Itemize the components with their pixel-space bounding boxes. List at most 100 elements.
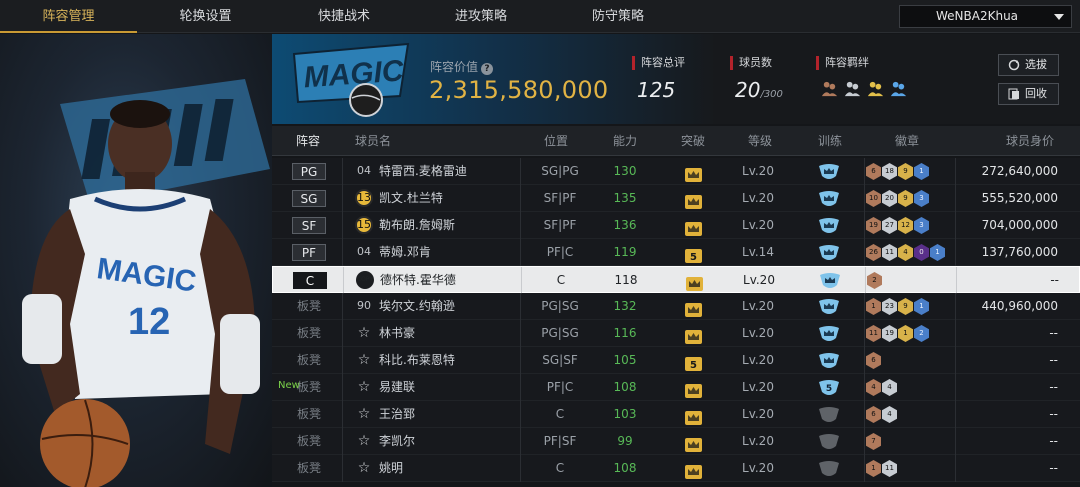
badge-blue-icon[interactable]: 3	[914, 217, 929, 234]
badge-silver-icon[interactable]: 19	[882, 325, 897, 342]
col-position[interactable]: 位置	[544, 126, 568, 156]
badge-silver-icon[interactable]: 11	[882, 460, 897, 477]
recycle-button[interactable]: 回收	[998, 83, 1059, 105]
breakthrough-crown-icon[interactable]	[685, 327, 702, 344]
badge-bronze-icon[interactable]: 7	[866, 433, 881, 450]
player-name[interactable]: 王治郅	[379, 401, 519, 428]
chemistry-blue-icon[interactable]	[889, 79, 908, 98]
training-shield-icon[interactable]	[819, 272, 841, 290]
badge-bronze-icon[interactable]: 26	[866, 244, 881, 261]
breakthrough-crown-icon[interactable]	[685, 435, 702, 452]
select-players-button[interactable]: 选拔	[998, 54, 1059, 76]
training-shield-icon[interactable]: 5	[818, 379, 840, 397]
breakthrough-5-icon[interactable]: 5	[685, 354, 702, 371]
col-player-value[interactable]: 球员身价	[1006, 126, 1054, 156]
badge-silver-icon[interactable]: 4	[882, 406, 897, 423]
badge-bronze-icon[interactable]: 19	[866, 217, 881, 234]
table-row[interactable]: SF 15 勒布朗.詹姆斯 SF|PF 136 Lv.20 19 27 12 3 704,000,0…	[272, 212, 1080, 239]
breakthrough-crown-icon[interactable]	[685, 165, 702, 182]
player-name[interactable]: 凯文.杜兰特	[379, 185, 519, 212]
tab-defense[interactable]: 防守策略	[548, 0, 688, 33]
badge-gold-icon[interactable]: 9	[898, 163, 913, 180]
user-select[interactable]: WeNBA2Khua	[899, 5, 1072, 28]
badge-bronze-icon[interactable]: 11	[866, 325, 881, 342]
breakthrough-crown-icon[interactable]	[686, 274, 703, 291]
player-name[interactable]: 蒂姆.邓肯	[379, 239, 519, 266]
training-shield-icon[interactable]	[818, 163, 840, 181]
col-player-name[interactable]: 球员名	[355, 126, 391, 156]
player-name[interactable]: 特雷西.麦格雷迪	[379, 158, 519, 185]
tab-lineup[interactable]: 阵容管理	[0, 0, 137, 33]
col-badges[interactable]: 徽章	[895, 126, 919, 156]
breakthrough-crown-icon[interactable]	[685, 300, 702, 317]
badge-silver-icon[interactable]: 18	[882, 163, 897, 180]
player-name[interactable]: 李凯尔	[379, 428, 519, 455]
training-locked-icon[interactable]	[818, 406, 840, 424]
badge-bronze-icon[interactable]: 4	[866, 379, 881, 396]
table-row[interactable]: 板凳 90 埃尔文.约翰逊 PG|SG 132 Lv.20 1 23 9 1 440,960,000	[272, 293, 1080, 320]
badge-bronze-icon[interactable]: 1	[866, 460, 881, 477]
player-name[interactable]: 林书豪	[379, 320, 519, 347]
badge-silver-icon[interactable]: 27	[882, 217, 897, 234]
breakthrough-crown-icon[interactable]	[685, 192, 702, 209]
breakthrough-crown-icon[interactable]	[685, 219, 702, 236]
badge-blue-icon[interactable]: 3	[914, 190, 929, 207]
player-name[interactable]: 科比.布莱恩特	[379, 347, 519, 374]
chemistry-bronze-icon[interactable]	[820, 79, 839, 98]
training-locked-icon[interactable]	[818, 433, 840, 451]
player-name[interactable]: 德怀特.霍华德	[380, 267, 520, 294]
breakthrough-crown-icon[interactable]	[685, 462, 702, 479]
table-row[interactable]: 板凳 ☆ 易建联 PF|C 108 Lv.20 5 4 4 --	[272, 374, 1080, 401]
training-shield-icon[interactable]	[818, 244, 840, 262]
table-row[interactable]: PG 04 特雷西.麦格雷迪 SG|PG 130 Lv.20 6 18 9 1 272,640,00…	[272, 158, 1080, 185]
badge-purple-icon[interactable]: 0	[914, 244, 929, 261]
badge-bronze-icon[interactable]: 6	[866, 406, 881, 423]
badge-silver-icon[interactable]: 11	[882, 244, 897, 261]
table-row[interactable]: 板凳 ☆ 科比.布莱恩特 SG|SF 105 5 Lv.20 6 --	[272, 347, 1080, 374]
badge-blue-icon[interactable]: 1	[930, 244, 945, 261]
col-level[interactable]: 等级	[748, 126, 772, 156]
breakthrough-5-icon[interactable]: 5	[685, 246, 702, 263]
badge-bronze-icon[interactable]: 6	[866, 163, 881, 180]
table-row[interactable]: C COPY 德怀特.霍华德 C 118 Lv.20 2 --	[272, 266, 1080, 294]
table-row[interactable]: 板凳 ☆ 林书豪 PG|SG 116 Lv.20 11 19 1 2 --	[272, 320, 1080, 347]
tab-quick-tactics[interactable]: 快捷战术	[274, 0, 414, 33]
player-name[interactable]: 易建联	[379, 374, 519, 401]
badge-bronze-icon[interactable]: 2	[867, 272, 882, 289]
training-shield-icon[interactable]	[818, 298, 840, 316]
table-row[interactable]: 板凳 ☆ 王治郅 C 103 Lv.20 6 4 --	[272, 401, 1080, 428]
breakthrough-crown-icon[interactable]	[685, 408, 702, 425]
tab-rotation[interactable]: 轮换设置	[137, 0, 274, 33]
col-training[interactable]: 训练	[818, 126, 842, 156]
chemistry-silver-icon[interactable]	[843, 79, 862, 98]
badge-gold-icon[interactable]: 12	[898, 217, 913, 234]
player-name[interactable]: 勒布朗.詹姆斯	[379, 212, 519, 239]
training-shield-icon[interactable]	[818, 217, 840, 235]
player-name[interactable]: 姚明	[379, 455, 519, 482]
badge-gold-icon[interactable]: 4	[898, 244, 913, 261]
chemistry-gold-icon[interactable]	[866, 79, 885, 98]
training-shield-icon[interactable]	[818, 190, 840, 208]
table-row[interactable]: 板凳 ☆ 李凯尔 PF|SF 99 Lv.20 7 --	[272, 428, 1080, 455]
training-shield-icon[interactable]	[818, 325, 840, 343]
badge-blue-icon[interactable]: 1	[914, 298, 929, 315]
badge-bronze-icon[interactable]: 10	[866, 190, 881, 207]
training-shield-icon[interactable]	[818, 352, 840, 370]
player-name[interactable]: 埃尔文.约翰逊	[379, 293, 519, 320]
tab-offense[interactable]: 进攻策略	[414, 0, 548, 33]
breakthrough-crown-icon[interactable]	[685, 381, 702, 398]
table-row[interactable]: SG 13 凯文.杜兰特 SF|PF 135 Lv.20 10 20 9 3 555,520,000	[272, 185, 1080, 212]
help-icon[interactable]: ?	[481, 63, 494, 75]
badge-gold-icon[interactable]: 9	[898, 190, 913, 207]
badge-bronze-icon[interactable]: 6	[866, 352, 881, 369]
badge-blue-icon[interactable]: 2	[914, 325, 929, 342]
badge-silver-icon[interactable]: 23	[882, 298, 897, 315]
badge-bronze-icon[interactable]: 1	[866, 298, 881, 315]
badge-silver-icon[interactable]: 4	[882, 379, 897, 396]
badge-gold-icon[interactable]: 1	[898, 325, 913, 342]
badge-silver-icon[interactable]: 20	[882, 190, 897, 207]
badge-blue-icon[interactable]: 1	[914, 163, 929, 180]
training-locked-icon[interactable]	[818, 460, 840, 478]
table-row[interactable]: 板凳 ☆ 姚明 C 108 Lv.20 1 11 --	[272, 455, 1080, 482]
badge-gold-icon[interactable]: 9	[898, 298, 913, 315]
